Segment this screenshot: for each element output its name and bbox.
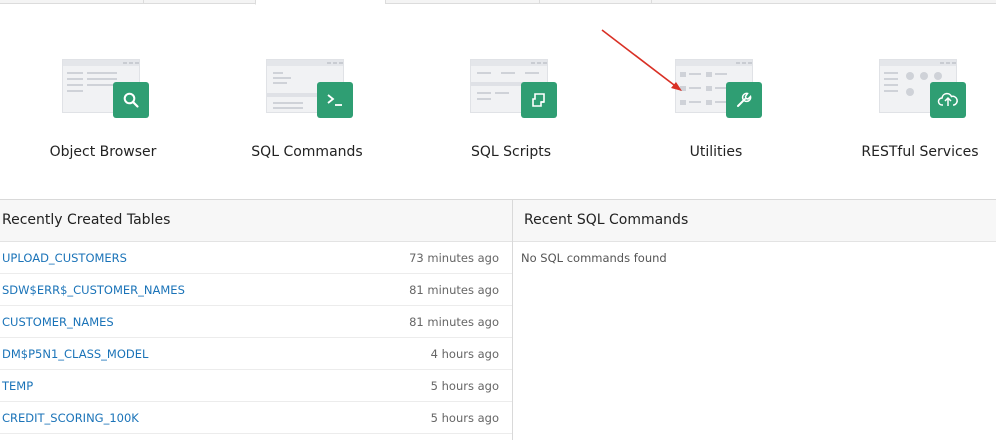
panel-title: Recent SQL Commands [513, 200, 996, 242]
sql-scripts-illustration [466, 48, 557, 120]
tab-5[interactable] [651, 0, 996, 4]
table-row: TEMP 5 hours ago [0, 370, 512, 402]
tile-sql-commands[interactable]: SQL Commands [207, 48, 407, 160]
tile-label: Object Browser [49, 144, 157, 160]
tile-label: Utilities [689, 144, 743, 160]
table-row: SDW$ERR$_CUSTOMER_NAMES 81 minutes ago [0, 274, 512, 306]
table-link[interactable]: CREDIT_SCORING_100K [0, 411, 139, 425]
table-row: CREDIT_SCORING_100K 5 hours ago [0, 402, 512, 434]
sql-commands-illustration [262, 48, 353, 120]
table-link[interactable]: TEMP [0, 379, 33, 393]
tab-active[interactable] [255, 0, 385, 5]
table-link[interactable]: DM$P5N1_CLASS_MODEL [0, 347, 148, 361]
tile-restful-services[interactable]: RESTful Services [820, 48, 996, 160]
empty-state-text: No SQL commands found [521, 251, 667, 265]
top-tab-strip [0, 0, 996, 5]
created-time: 81 minutes ago [409, 314, 499, 329]
script-scroll-icon [521, 82, 557, 118]
created-time: 4 hours ago [430, 346, 499, 361]
table-link[interactable]: SDW$ERR$_CUSTOMER_NAMES [0, 283, 185, 297]
table-row: CUSTOMER_NAMES 81 minutes ago [0, 306, 512, 338]
tab-3[interactable] [385, 0, 539, 4]
tile-sql-scripts[interactable]: SQL Scripts [411, 48, 611, 160]
cloud-upload-icon [930, 82, 966, 118]
recent-tables-list: UPLOAD_CUSTOMERS 73 minutes ago SDW$ERR$… [0, 242, 512, 434]
created-time: 81 minutes ago [409, 282, 499, 297]
table-row: UPLOAD_CUSTOMERS 73 minutes ago [0, 242, 512, 274]
created-time: 5 hours ago [430, 378, 499, 393]
utilities-illustration [671, 48, 762, 120]
magnifier-icon [113, 82, 149, 118]
table-row: DM$P5N1_CLASS_MODEL 4 hours ago [0, 338, 512, 370]
object-browser-illustration [58, 48, 149, 120]
tile-object-browser[interactable]: Object Browser [3, 48, 203, 160]
tab-1[interactable] [143, 0, 255, 4]
table-link[interactable]: UPLOAD_CUSTOMERS [0, 251, 127, 265]
table-link[interactable]: CUSTOMER_NAMES [0, 315, 114, 329]
restful-services-illustration [875, 48, 966, 120]
recent-sql-commands-panel: Recent SQL Commands No SQL commands foun… [513, 199, 996, 440]
tab-4[interactable] [539, 0, 651, 4]
tile-label: SQL Commands [251, 144, 363, 160]
recently-created-tables-panel: Recently Created Tables UPLOAD_CUSTOMERS… [0, 199, 513, 440]
created-time: 73 minutes ago [409, 250, 499, 265]
annotation-arrow-icon [601, 29, 682, 91]
tile-label: SQL Scripts [470, 144, 552, 160]
terminal-prompt-icon [317, 82, 353, 118]
panel-title: Recently Created Tables [0, 200, 512, 242]
wrench-icon [726, 82, 762, 118]
tile-label: RESTful Services [861, 144, 979, 160]
created-time: 5 hours ago [430, 410, 499, 425]
